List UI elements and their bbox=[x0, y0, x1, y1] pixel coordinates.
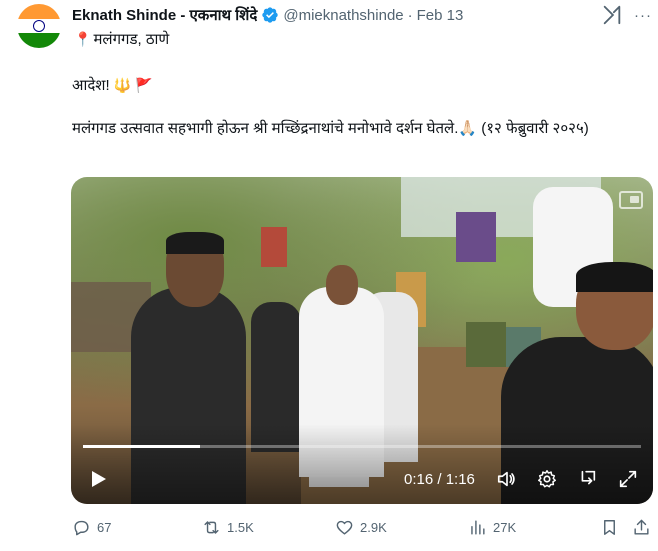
reply-button[interactable]: 67 bbox=[72, 518, 111, 537]
views-count: 27K bbox=[493, 520, 517, 535]
more-options-button[interactable]: ··· bbox=[634, 7, 652, 24]
repost-button[interactable]: 1.5K bbox=[202, 518, 254, 537]
tweet-body: मलंगगड उत्सवात सहभागी होऊन श्री मच्छिंद्… bbox=[72, 120, 589, 137]
reply-count: 67 bbox=[97, 520, 112, 535]
video-shade bbox=[71, 424, 653, 504]
separator-dot: · bbox=[407, 6, 413, 24]
fullscreen-icon[interactable] bbox=[617, 468, 639, 490]
bookmark-button[interactable] bbox=[600, 518, 625, 537]
tweet-date[interactable]: Feb 13 bbox=[417, 7, 464, 24]
video-cloth bbox=[466, 322, 506, 367]
video-progress-fill bbox=[83, 445, 201, 448]
repost-count: 1.5K bbox=[227, 520, 254, 535]
video-person bbox=[576, 262, 653, 292]
flag-saffron-band bbox=[17, 4, 61, 19]
rotate-icon[interactable] bbox=[576, 468, 598, 490]
video-person bbox=[326, 265, 358, 305]
video-time: 0:16 / 1:16 bbox=[404, 471, 475, 488]
flag-icon: 🚩 bbox=[135, 76, 153, 93]
video-cloth bbox=[261, 227, 287, 267]
author-name[interactable]: Eknath Shinde - एकनाथ शिंदे bbox=[72, 5, 257, 25]
flag-green-band bbox=[17, 33, 61, 48]
play-icon[interactable] bbox=[88, 469, 108, 489]
tweet-line1-text: आदेश! bbox=[72, 77, 110, 94]
share-icon bbox=[634, 519, 649, 535]
video-player[interactable]: 0:16 / 1:16 bbox=[71, 177, 653, 504]
video-progress-bar[interactable] bbox=[83, 445, 641, 448]
heart-icon bbox=[336, 520, 353, 535]
location-line: 📍 मलंगगड, ठाणे bbox=[74, 29, 169, 49]
tweet-line1: आदेश! 🔱 🚩 bbox=[72, 75, 153, 95]
bookmark-icon bbox=[604, 520, 615, 535]
repost-icon bbox=[204, 521, 219, 534]
picture-in-picture-icon[interactable] bbox=[619, 191, 643, 209]
like-button[interactable]: 2.9K bbox=[335, 518, 387, 537]
volume-icon[interactable] bbox=[496, 468, 518, 490]
views-icon bbox=[471, 520, 485, 535]
pin-icon: 📍 bbox=[74, 30, 92, 47]
share-button[interactable] bbox=[632, 518, 657, 537]
grok-icon[interactable] bbox=[601, 4, 623, 26]
gear-icon[interactable] bbox=[536, 468, 558, 490]
video-person bbox=[166, 232, 224, 254]
tweet-header: Eknath Shinde - एकनाथ शिंदे @mieknathshi… bbox=[72, 5, 463, 25]
tweet-actions: 67 1.5K 2.9K 27K bbox=[72, 518, 652, 542]
reply-icon bbox=[74, 520, 89, 536]
views-button[interactable]: 27K bbox=[468, 518, 516, 537]
avatar[interactable] bbox=[17, 4, 61, 48]
chakra-icon bbox=[33, 20, 45, 32]
trident-icon: 🔱 bbox=[113, 76, 132, 93]
verified-badge-icon bbox=[262, 7, 279, 23]
location-text: मलंगगड, ठाणे bbox=[93, 31, 170, 48]
author-handle[interactable]: @mieknathshinde bbox=[283, 7, 403, 24]
like-count: 2.9K bbox=[360, 520, 387, 535]
video-cloth bbox=[456, 212, 496, 262]
